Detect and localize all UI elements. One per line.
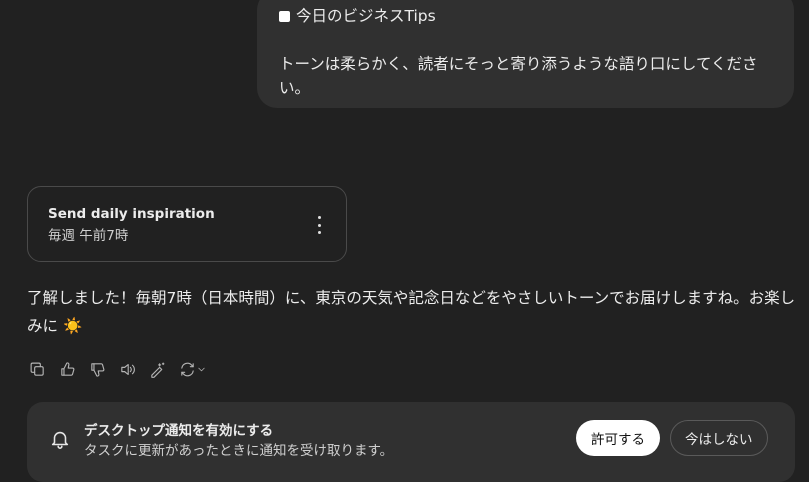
assistant-message-text: 了解しました！毎朝7時（日本時間）に、東京の天気や記念日などをやさしいトーンでお… <box>27 289 796 335</box>
bell-icon <box>49 428 71 450</box>
user-message-line1: 今日のビジネスTips <box>279 4 772 28</box>
notification-title: デスクトップ通知を有効にする <box>84 423 274 439</box>
assistant-message: 了解しました！毎朝7時（日本時間）に、東京の天気や記念日などをやさしいトーンでお… <box>27 284 797 340</box>
message-actions-toolbar <box>26 358 210 380</box>
copy-button[interactable] <box>26 358 48 380</box>
more-options-icon[interactable] <box>312 216 326 234</box>
magic-pen-icon <box>150 362 164 378</box>
read-aloud-button[interactable] <box>116 358 138 380</box>
regenerate-button[interactable] <box>176 358 210 380</box>
edit-in-canvas-button[interactable] <box>146 358 168 380</box>
sun-emoji: ☀️ <box>62 317 83 335</box>
speaker-icon <box>120 363 135 375</box>
chevron-down-icon <box>198 367 205 371</box>
thumbs-down-button[interactable] <box>86 358 108 380</box>
thumbs-up-icon <box>60 361 74 376</box>
square-bullet-icon <box>279 10 290 22</box>
notification-subtitle: タスクに更新があったときに通知を受け取ります。 <box>84 443 394 459</box>
scheduled-task-card[interactable]: Send daily inspiration 毎週 午前7時 <box>27 186 347 262</box>
desktop-notification-banner: デスクトップ通知を有効にする タスクに更新があったときに通知を受け取ります。 許… <box>27 402 795 482</box>
user-message-bubble: 今日のビジネスTips トーンは柔らかく、読者にそっと寄り添うような語り口にして… <box>257 0 794 108</box>
task-schedule: 毎週 午前7時 <box>48 228 129 244</box>
copy-icon <box>30 362 44 376</box>
regenerate-icon <box>181 362 194 376</box>
not-now-button[interactable]: 今はしない <box>670 420 768 456</box>
task-title: Send daily inspiration <box>48 206 215 222</box>
thumbs-up-button[interactable] <box>56 358 78 380</box>
allow-button[interactable]: 許可する <box>576 420 660 456</box>
user-message-line2: トーンは柔らかく、読者にそっと寄り添うような語り口にしてください。 <box>279 55 758 97</box>
thumbs-down-icon <box>90 362 104 377</box>
user-message-line1-text: 今日のビジネスTips <box>296 7 436 25</box>
